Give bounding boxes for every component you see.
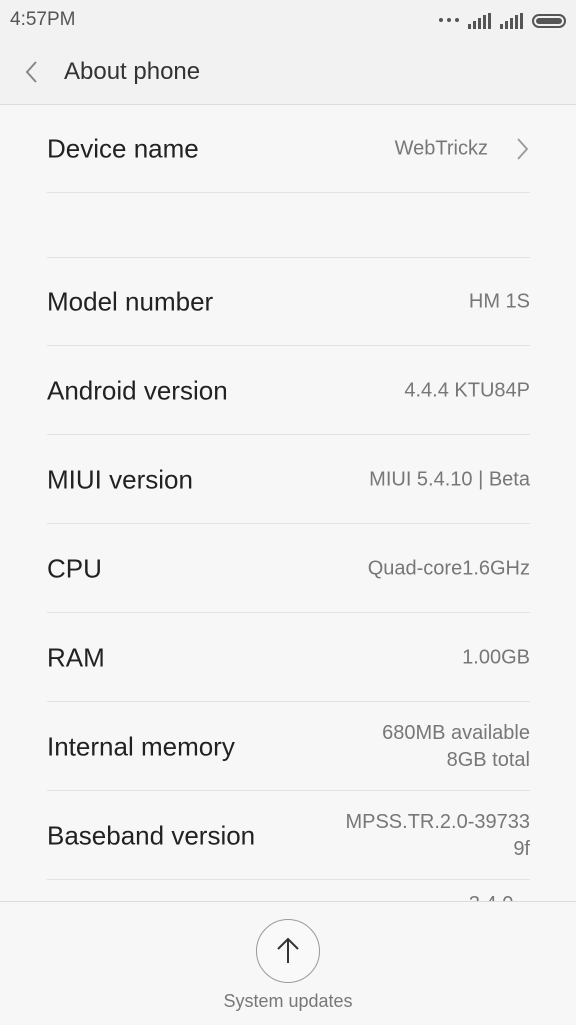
- row-label: RAM: [47, 642, 105, 672]
- value-line: 680MB available: [382, 721, 530, 744]
- value-line: 9f: [513, 837, 530, 860]
- value-line: 8GB total: [446, 748, 530, 771]
- value-line: MPSS.TR.2.0-39733: [345, 810, 530, 833]
- row-label: CPU: [47, 553, 102, 583]
- status-bar: 4:57PM: [0, 0, 576, 40]
- row-label: Device name: [47, 133, 199, 163]
- signal-icon-2: [500, 13, 523, 29]
- back-button[interactable]: [18, 54, 54, 90]
- chevron-left-icon: [25, 61, 37, 83]
- battery-icon: [532, 14, 566, 28]
- status-time: 4:57PM: [10, 9, 76, 30]
- row-ram[interactable]: RAM 1.00GB: [47, 614, 530, 702]
- row-label: Baseband version: [47, 820, 256, 850]
- chevron-right-icon: [517, 137, 529, 160]
- row-value: Quad-core1.6GHz: [367, 557, 530, 579]
- row-label: Internal memory: [47, 731, 235, 761]
- row-miui-version[interactable]: MIUI version MIUI 5.4.10 | Beta: [47, 436, 530, 524]
- app-bar: About phone: [0, 40, 576, 105]
- settings-list: Device name WebTrickz Model number HM 1S…: [0, 105, 576, 901]
- row-label: MIUI version: [47, 464, 193, 494]
- row-model-number[interactable]: Model number HM 1S: [47, 258, 530, 346]
- row-internal-memory[interactable]: Internal memory 680MB available 8GB tota…: [47, 703, 530, 791]
- system-updates-label[interactable]: System updates: [0, 991, 576, 1012]
- row-android-version[interactable]: Android version 4.4.4 KTU84P: [47, 347, 530, 435]
- more-dots-icon: [439, 11, 459, 29]
- row-value: MIUI 5.4.10 | Beta: [369, 468, 530, 490]
- row-value: WebTrickz: [394, 137, 488, 159]
- arrow-up-icon: [277, 937, 299, 963]
- signal-icon: [468, 13, 491, 29]
- row-baseband-version[interactable]: Baseband version MPSS.TR.2.0-39733 9f: [47, 792, 530, 880]
- row-cpu[interactable]: CPU Quad-core1.6GHz: [47, 525, 530, 613]
- page-title: About phone: [64, 58, 201, 85]
- system-updates-button[interactable]: [256, 919, 320, 983]
- row-device-name[interactable]: Device name WebTrickz: [47, 105, 530, 193]
- row-value: 680MB available 8GB total: [382, 720, 530, 774]
- row-value: HM 1S: [468, 290, 530, 312]
- row-label: Android version: [47, 375, 228, 405]
- row-value: MPSS.TR.2.0-39733 9f: [345, 809, 530, 863]
- row-value: 4.4.4 KTU84P: [404, 379, 530, 401]
- partial-row-value: 3.4.0...: [469, 893, 530, 901]
- status-icons: [439, 11, 566, 29]
- row-value: 1.00GB: [462, 646, 530, 668]
- bottom-bar: System updates: [0, 901, 576, 1025]
- row-label: Model number: [47, 286, 214, 316]
